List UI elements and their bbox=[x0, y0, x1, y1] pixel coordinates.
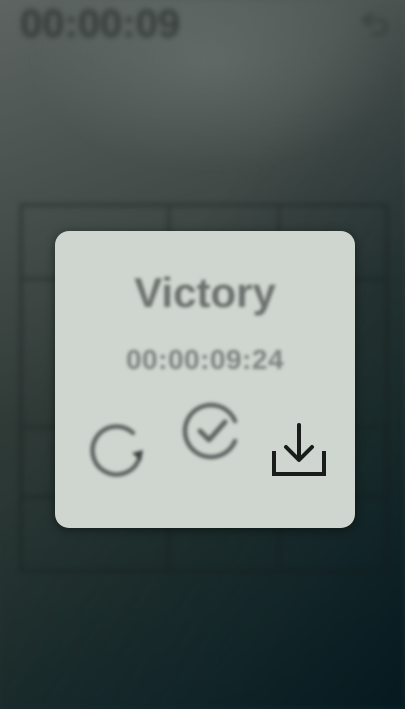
undo-icon[interactable] bbox=[359, 8, 391, 36]
game-screen: 00:00:09 Victory 00:00:09:24 bbox=[0, 0, 405, 709]
download-icon[interactable] bbox=[270, 421, 328, 479]
restart-icon[interactable] bbox=[85, 417, 151, 483]
dialog-content: Victory 00:00:09:24 bbox=[55, 231, 355, 528]
elapsed-timer: 00:00:09 bbox=[20, 2, 181, 46]
victory-dialog: Victory 00:00:09:24 bbox=[55, 231, 355, 528]
check-circle-icon[interactable] bbox=[179, 397, 245, 463]
final-time: 00:00:09:24 bbox=[125, 344, 285, 375]
dialog-title: Victory bbox=[134, 269, 276, 316]
